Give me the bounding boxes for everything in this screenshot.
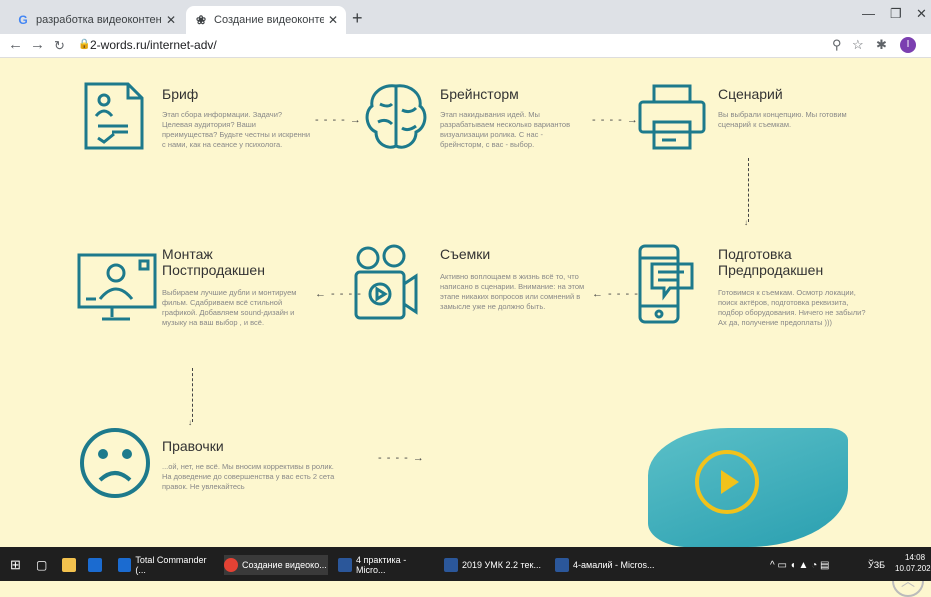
zoom-icon[interactable]: ⚲ [832,37,842,53]
lock-icon: 🔒 [78,39,91,50]
printer-icon [638,84,706,150]
explorer-icon[interactable] [62,555,80,575]
google-icon: G [18,13,28,27]
step-title: Съемки [440,246,491,262]
clock[interactable]: 14:08 10.07.2020 [895,552,931,574]
arrow-right: - - - - → [592,114,639,126]
avatar[interactable]: I [900,37,916,53]
step-text: Готовимся к съемкам. Осмотр локации, пои… [718,288,866,327]
close-window-icon[interactable]: ✕ [916,6,927,22]
page-content: Бриф Этап сбора информации. Задачи? Целе… [0,58,931,597]
step-title: Бриф [162,86,199,102]
minimize-icon[interactable]: — [862,6,875,21]
chrome-icon [224,558,238,572]
extensions-icon[interactable]: ✱ [876,37,887,53]
step-text: Этап сбора информации. Задачи? Целевая а… [162,110,311,149]
taskbar-label: 4-амалий - Micros... [573,560,655,570]
word-icon [338,558,352,572]
video-camera-icon [354,244,418,320]
step-text: Этап накидывания идей. Мы разрабатываем … [440,110,571,149]
play-icon [721,470,739,494]
tab-title: Создание видеоконтента для И [214,14,324,26]
word-icon [444,558,458,572]
reload-icon[interactable]: ↻ [54,38,65,54]
close-tab-icon[interactable]: ✕ [328,13,338,27]
play-button[interactable] [695,450,759,514]
arrow-right: - - - - → [315,114,362,126]
taskbar-item[interactable]: Создание видеоко... [224,555,328,575]
task-view-icon[interactable]: ▢ [36,555,47,575]
new-tab-button[interactable]: + [352,8,363,29]
address-bar: ← → ↻ 🔒 2-words.ru/internet-adv/ ⚲ ☆ ✱ I [0,34,931,58]
monitor-user-icon [77,253,157,321]
taskbar-label: 2019 УМК 2.2 тек... [462,560,541,570]
brain-icon [365,84,427,149]
taskbar-item[interactable]: 4-амалий - Micros... [555,555,655,575]
arrow-head: ↓ [744,218,749,227]
forward-icon[interactable]: → [30,36,45,53]
arrow-head: ↓ [188,418,193,427]
taskbar-item[interactable]: 4 практика - Micro... [338,555,438,575]
step-title: Брейнсторм [440,86,519,102]
tray-icons[interactable]: ^ ▭ ◖ ▲ ◔ ▤ [770,555,829,575]
taskbar: ⊞ ▢ Total Commander (... Создание видеок… [0,547,931,581]
step-title: Монтаж Постпродакшен [162,246,265,278]
step-text: Выбираем лучшие дубли и монтируем фильм.… [162,288,297,327]
tab-strip: G разработка видеоконтента - По ✕ ❀ Созд… [0,0,931,34]
tab-title: разработка видеоконтента - По [36,14,162,26]
close-tab-icon[interactable]: ✕ [166,13,176,27]
taskbar-label: Total Commander (... [135,555,207,575]
clock-time: 14:08 [905,553,926,562]
taskbar-label: Создание видеоко... [242,560,327,570]
step-title: Правочки [162,438,224,454]
start-icon[interactable]: ⊞ [10,555,21,575]
site-favicon-icon: ❀ [195,13,207,27]
arrow-down [748,158,749,222]
sad-face-icon [80,428,150,498]
step-title: Подготовка Предпродакшен [718,246,824,278]
arrow-right: - - - - → [378,452,425,464]
taskbar-app[interactable] [88,555,106,575]
step-title: Сценарий [718,86,783,102]
taskbar-item[interactable]: 2019 УМК 2.2 тек... [444,555,544,575]
word-icon [555,558,569,572]
step-text: ...ой, нет, не всё. Мы вносим коррективы… [162,462,335,491]
clock-date: 10.07.2020 [895,564,931,573]
arrow-down [192,368,193,422]
brief-document-icon [84,82,144,150]
url-field[interactable]: 2-words.ru/internet-adv/ [90,38,217,52]
back-icon[interactable]: ← [8,36,23,53]
step-text: Вы выбрали концепцию. Мы готовим сценари… [718,110,847,129]
app-icon [118,558,132,572]
taskbar-item[interactable]: Total Commander (... [118,555,216,575]
tab-active[interactable]: ❀ Создание видеоконтента для И ✕ [186,6,346,34]
phone-message-icon [638,244,694,324]
restore-icon[interactable]: ❐ [890,6,902,22]
step-text: Активно воплощаем в жизнь всё то, что на… [440,272,585,311]
arrow-left: ← - - - - [592,288,639,300]
taskbar-label: 4 практика - Micro... [355,555,407,575]
language-indicator[interactable]: ЎЗБ [868,555,885,575]
star-icon[interactable]: ☆ [852,37,864,53]
tab-search[interactable]: G разработка видеоконтента - По ✕ [8,6,184,34]
